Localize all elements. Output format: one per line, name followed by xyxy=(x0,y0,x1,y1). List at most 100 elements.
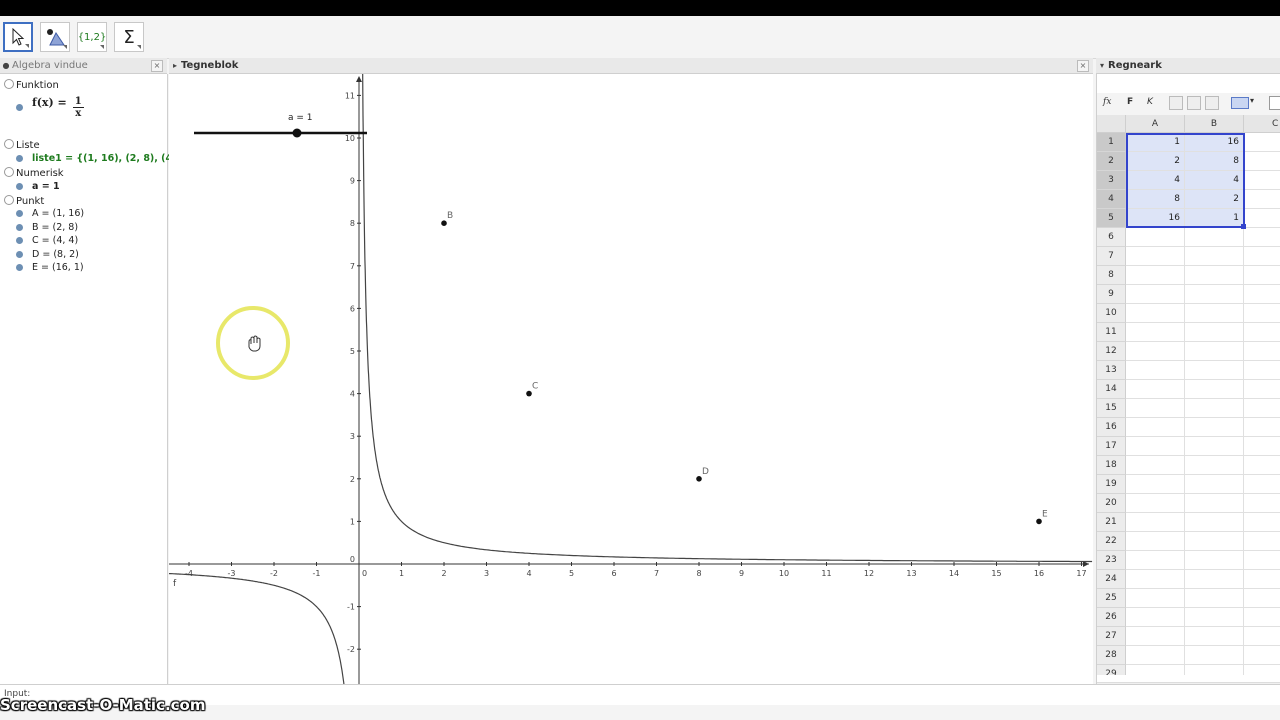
row-header[interactable]: 20 xyxy=(1097,494,1126,513)
cell-a[interactable] xyxy=(1126,665,1185,675)
cell-c[interactable] xyxy=(1244,285,1280,304)
algebra-item-point[interactable]: A = (1, 16) xyxy=(16,208,84,219)
cell-b[interactable] xyxy=(1185,247,1244,266)
cell-c[interactable] xyxy=(1244,646,1280,665)
cell-a[interactable] xyxy=(1126,494,1185,513)
row-header[interactable]: 1 xyxy=(1097,133,1126,152)
cell-c[interactable] xyxy=(1244,152,1280,171)
cell-a[interactable]: 16 xyxy=(1126,209,1185,228)
row-header[interactable]: 24 xyxy=(1097,570,1126,589)
cell-b[interactable] xyxy=(1185,627,1244,646)
cell-a[interactable] xyxy=(1126,475,1185,494)
chevron-down-icon[interactable]: ▾ xyxy=(1250,96,1254,105)
collapse-icon[interactable]: ▾ xyxy=(1096,58,1108,74)
cell-a[interactable] xyxy=(1126,418,1185,437)
algebra-item-point[interactable]: B = (2, 8) xyxy=(16,222,78,233)
cell-a[interactable] xyxy=(1126,646,1185,665)
cell-b[interactable]: 16 xyxy=(1185,133,1244,152)
cell-c[interactable] xyxy=(1244,475,1280,494)
visibility-dot-icon[interactable] xyxy=(16,210,23,217)
cell-a[interactable] xyxy=(1126,361,1185,380)
cell-b[interactable] xyxy=(1185,570,1244,589)
row-header[interactable]: 6 xyxy=(1097,228,1126,247)
cell-b[interactable] xyxy=(1185,665,1244,675)
cell-b[interactable] xyxy=(1185,646,1244,665)
cell-b[interactable] xyxy=(1185,494,1244,513)
cell-c[interactable] xyxy=(1244,380,1280,399)
cell-c[interactable] xyxy=(1244,627,1280,646)
cell-b[interactable]: 2 xyxy=(1185,190,1244,209)
cell-c[interactable] xyxy=(1244,133,1280,152)
cell-c[interactable] xyxy=(1244,665,1280,675)
collapse-icon[interactable]: ● xyxy=(0,58,12,74)
cell-c[interactable] xyxy=(1244,171,1280,190)
cell-b[interactable]: 4 xyxy=(1185,171,1244,190)
cell-a[interactable] xyxy=(1126,380,1185,399)
close-graphics-icon[interactable]: × xyxy=(1077,60,1089,72)
row-header[interactable]: 22 xyxy=(1097,532,1126,551)
cell-b[interactable] xyxy=(1185,380,1244,399)
cell-c[interactable] xyxy=(1244,247,1280,266)
fill-handle[interactable] xyxy=(1241,224,1246,229)
visibility-dot-icon[interactable] xyxy=(16,155,23,162)
cell-a[interactable] xyxy=(1126,551,1185,570)
column-header[interactable]: C xyxy=(1244,115,1280,133)
cell-a[interactable]: 2 xyxy=(1126,152,1185,171)
cell-c[interactable] xyxy=(1244,418,1280,437)
cell-a[interactable] xyxy=(1126,627,1185,646)
cell-c[interactable] xyxy=(1244,570,1280,589)
cell-c[interactable] xyxy=(1244,456,1280,475)
cell-c[interactable] xyxy=(1244,513,1280,532)
align-center-icon[interactable] xyxy=(1187,96,1201,110)
row-header[interactable]: 15 xyxy=(1097,399,1126,418)
sum-tool-button[interactable]: Σ xyxy=(114,22,144,52)
graphics-view[interactable]: -4 -3 -2 -1 0 1 2 3 4 5 6 7 8 9 10 11 12 13 14 15 16 17 11 10 9 8… xyxy=(169,74,1093,698)
align-right-icon[interactable] xyxy=(1205,96,1219,110)
cell-b[interactable] xyxy=(1185,304,1244,323)
cell-a[interactable] xyxy=(1126,247,1185,266)
cell-c[interactable] xyxy=(1244,551,1280,570)
cell-a[interactable] xyxy=(1126,285,1185,304)
algebra-item-point[interactable]: E = (16, 1) xyxy=(16,262,84,273)
row-header[interactable]: 11 xyxy=(1097,323,1126,342)
collapse-icon[interactable]: ▸ xyxy=(169,58,181,74)
cell-a[interactable] xyxy=(1126,437,1185,456)
row-header[interactable]: 19 xyxy=(1097,475,1126,494)
cell-a[interactable]: 8 xyxy=(1126,190,1185,209)
cell-c[interactable] xyxy=(1244,228,1280,247)
row-header[interactable]: 8 xyxy=(1097,266,1126,285)
cell-a[interactable] xyxy=(1126,323,1185,342)
cell-a[interactable] xyxy=(1126,266,1185,285)
color-picker-icon[interactable] xyxy=(1269,96,1280,110)
bold-button[interactable]: F xyxy=(1127,97,1133,107)
row-header[interactable]: 3 xyxy=(1097,171,1126,190)
column-header[interactable]: B xyxy=(1185,115,1244,133)
cell-c[interactable] xyxy=(1244,361,1280,380)
close-algebra-icon[interactable]: × xyxy=(151,60,163,72)
function-curve[interactable] xyxy=(362,74,1093,563)
visibility-dot-icon[interactable] xyxy=(16,104,23,111)
row-header[interactable]: 28 xyxy=(1097,646,1126,665)
row-header[interactable]: 23 xyxy=(1097,551,1126,570)
fx-button[interactable]: fx xyxy=(1103,97,1111,107)
cell-a[interactable] xyxy=(1126,570,1185,589)
cell-b[interactable]: 8 xyxy=(1185,152,1244,171)
cell-b[interactable] xyxy=(1185,475,1244,494)
cell-c[interactable] xyxy=(1244,209,1280,228)
italic-button[interactable]: K xyxy=(1147,97,1153,107)
algebra-item-a[interactable]: a = 1 xyxy=(16,181,60,192)
row-header[interactable]: 27 xyxy=(1097,627,1126,646)
cell-b[interactable] xyxy=(1185,456,1244,475)
cell-a[interactable] xyxy=(1126,513,1185,532)
cell-c[interactable] xyxy=(1244,494,1280,513)
row-header[interactable]: 18 xyxy=(1097,456,1126,475)
row-header[interactable]: 17 xyxy=(1097,437,1126,456)
row-header[interactable]: 16 xyxy=(1097,418,1126,437)
cell-c[interactable] xyxy=(1244,342,1280,361)
row-header[interactable]: 2 xyxy=(1097,152,1126,171)
cell-b[interactable] xyxy=(1185,361,1244,380)
cell-c[interactable] xyxy=(1244,323,1280,342)
data-point[interactable] xyxy=(1036,518,1042,525)
spreadsheet-grid[interactable]: A B C 1 1 16 2 2 8 3 4 4 4 8 2 5 16 1 6 7 8 9 10 11 12 13 14 15 1… xyxy=(1097,115,1280,675)
column-header[interactable]: A xyxy=(1126,115,1185,133)
